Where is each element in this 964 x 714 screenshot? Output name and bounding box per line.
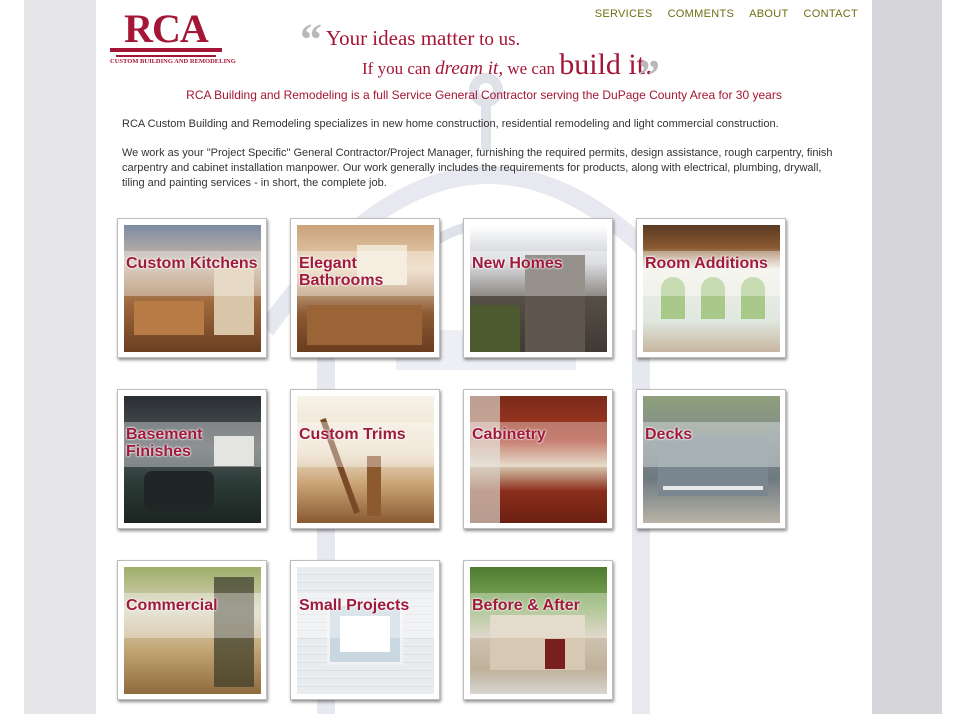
tile-custom-trims[interactable]: Custom Trims	[290, 389, 440, 529]
open-quote-icon: “	[300, 15, 322, 64]
top-nav: SERVICES COMMENTS ABOUT CONTACT	[595, 8, 858, 20]
tagline-line2: If you can dream it, we can build it.	[362, 48, 653, 82]
basement-photo: Basement Finishes	[124, 396, 261, 523]
left-background	[24, 0, 96, 714]
kitchen-photo: Custom Kitchens	[124, 225, 261, 352]
tile-label: Elegant Bathrooms	[299, 255, 384, 289]
commercial-photo: Commercial	[124, 567, 261, 694]
tile-label: Small Projects	[299, 597, 410, 614]
tile-cabinetry[interactable]: Cabinetry	[463, 389, 613, 529]
logo-rule-thin	[116, 55, 216, 57]
tile-room-additions[interactable]: Room Additions	[636, 218, 786, 358]
tagline-part: we can	[507, 59, 555, 78]
tile-label: Decks	[645, 426, 693, 443]
tile-label: Commercial	[126, 597, 218, 614]
nav-services[interactable]: SERVICES	[595, 8, 653, 20]
tile-small-projects[interactable]: Small Projects	[290, 560, 440, 700]
paragraph-services: We work as your "Project Specific" Gener…	[122, 147, 833, 189]
logo-subtitle: CUSTOM BUILDING AND REMODELING	[110, 58, 236, 65]
tile-label: Cabinetry	[472, 426, 546, 443]
left-margin	[0, 0, 24, 714]
tagline: “ Your ideas matter to us. If you can dr…	[300, 15, 680, 100]
tagline-part: to us.	[479, 29, 521, 50]
logo-text: RCA	[124, 6, 209, 51]
tile-elegant-bathrooms[interactable]: Elegant Bathrooms	[290, 218, 440, 358]
tile-new-homes[interactable]: New Homes	[463, 218, 613, 358]
tile-basement-finishes[interactable]: Basement Finishes	[117, 389, 267, 529]
small-projects-photo: Small Projects	[297, 567, 434, 694]
rca-logo[interactable]: RCA CUSTOM BUILDING AND REMODELING	[110, 6, 236, 68]
tile-commercial[interactable]: Commercial	[117, 560, 267, 700]
room-additions-photo: Room Additions	[643, 225, 780, 352]
intro-text: RCA Building and Remodeling is a full Se…	[186, 88, 782, 102]
tile-label: Room Additions	[645, 255, 768, 272]
tile-label: Basement Finishes	[126, 426, 203, 460]
cabinetry-photo: Cabinetry	[470, 396, 607, 523]
new-homes-photo: New Homes	[470, 225, 607, 352]
tile-label: New Homes	[472, 255, 563, 272]
decks-photo: Decks	[643, 396, 780, 523]
before-after-photo: Before & After	[470, 567, 607, 694]
right-margin	[942, 0, 964, 714]
nav-about[interactable]: ABOUT	[749, 8, 788, 20]
tile-label: Before & After	[472, 597, 580, 614]
nav-comments[interactable]: COMMENTS	[668, 8, 735, 20]
tile-label: Custom Kitchens	[126, 255, 258, 272]
page: RCA CUSTOM BUILDING AND REMODELING “ You…	[96, 0, 872, 714]
paragraph-specialties: RCA Custom Building and Remodeling speci…	[122, 118, 779, 130]
logo-rule	[110, 48, 222, 52]
tile-decks[interactable]: Decks	[636, 389, 786, 529]
trims-photo: Custom Trims	[297, 396, 434, 523]
bathroom-photo: Elegant Bathrooms	[297, 225, 434, 352]
nav-contact[interactable]: CONTACT	[804, 8, 858, 20]
tagline-part: If you can	[362, 59, 431, 78]
tile-custom-kitchens[interactable]: Custom Kitchens	[117, 218, 267, 358]
tagline-part: dream it,	[435, 58, 504, 79]
right-background	[872, 0, 942, 714]
tile-label: Custom Trims	[299, 426, 406, 443]
tile-before-after[interactable]: Before & After	[463, 560, 613, 700]
tagline-part: Your ideas matter	[326, 26, 475, 50]
